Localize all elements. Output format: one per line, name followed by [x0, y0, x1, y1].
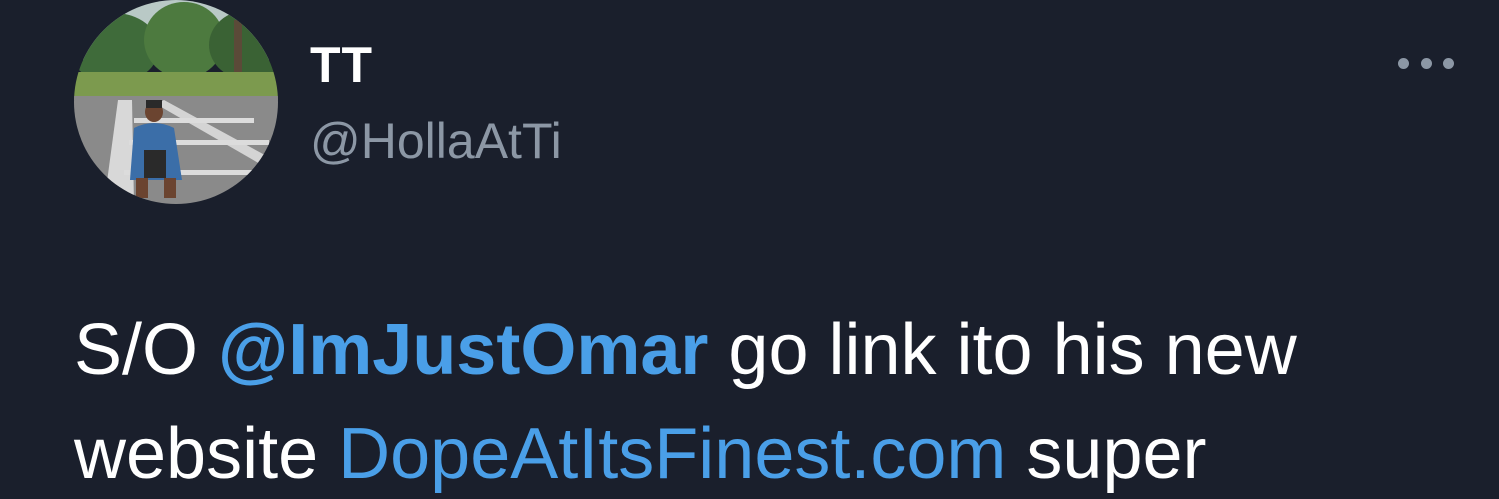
display-name[interactable]: TT [310, 36, 373, 94]
more-horizontal-icon [1398, 57, 1409, 69]
more-horizontal-icon-dot [1420, 57, 1432, 69]
user-handle[interactable]: @HollaAtTi [310, 112, 562, 170]
avatar-photo [74, 0, 278, 204]
tweet-text-suffix: super [1006, 414, 1207, 494]
website-link[interactable]: DopeAtItsFinest.com [338, 414, 1006, 494]
tweet-text-line2-prefix: website [74, 414, 339, 494]
avatar[interactable] [74, 0, 278, 204]
tweet-text-middle: go link ito his new [708, 310, 1297, 390]
mention-link[interactable]: @ImJustOmar [218, 310, 708, 390]
tweet-body: S/O @ImJustOmar go link ito his new webs… [74, 298, 1474, 499]
more-options-button[interactable] [1398, 48, 1454, 78]
tweet-card: TT @HollaAtTi S/O @ImJustOmar go link it… [0, 0, 1499, 499]
more-horizontal-icon-dot [1443, 57, 1454, 69]
tweet-text-prefix: S/O [74, 310, 219, 390]
